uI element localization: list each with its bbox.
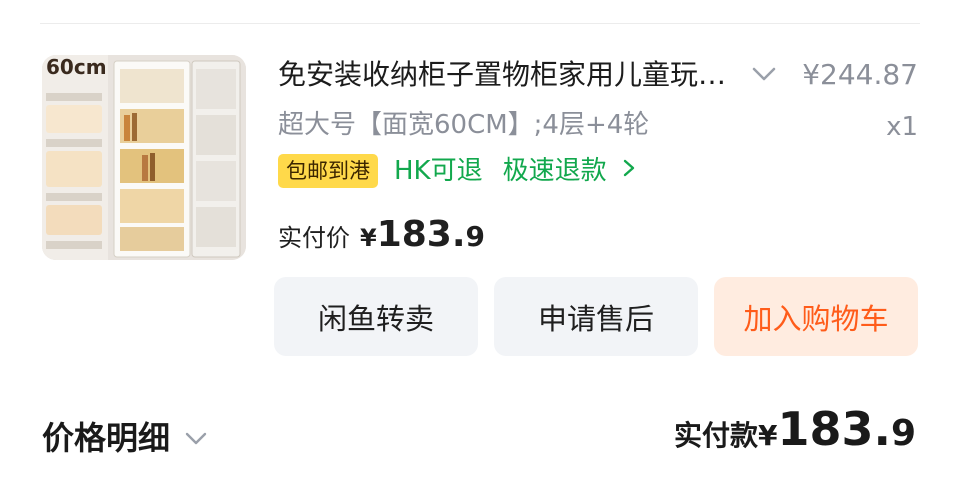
top-divider [40,23,920,24]
paid-price-decimal: 9 [465,220,486,253]
total-paid-currency: ¥ [757,419,778,452]
product-image [42,55,246,260]
aftersale-button[interactable]: 申请售后 [494,277,698,356]
quantity: x1 [886,112,918,142]
price-detail-label: 价格明细 [42,419,171,457]
paid-price-integer: 183. [376,214,466,255]
shipping-tag: 包邮到港 [278,154,378,188]
chevron-down-icon [185,432,207,445]
paid-price-label: 实付价 [278,224,350,252]
total-paid: 实付款 ¥ 183. 9 [674,402,916,456]
price-detail-toggle[interactable]: 价格明细 [42,414,210,462]
service-tags: 包邮到港 HK可退 极速退款 [278,152,637,190]
paid-price: 实付价 ¥ 183. 9 [278,214,485,255]
resell-button[interactable]: 闲鱼转卖 [274,277,478,356]
product-title[interactable]: 免安装收纳柜子置物柜家用儿童玩具零食储物柜 [278,55,740,95]
fast-refund-link[interactable]: 极速退款 [503,152,637,190]
total-paid-integer: 183. [777,402,891,456]
fast-refund-label: 极速退款 [502,156,607,186]
product-thumbnail[interactable]: 60cm [42,55,246,260]
chevron-down-icon[interactable] [748,58,780,90]
thumbnail-size-badge: 60cm [46,55,107,79]
add-to-cart-button[interactable]: 加入购物车 [714,277,918,356]
total-paid-label: 实付款 [673,419,758,452]
paid-price-currency: ¥ [360,224,377,252]
refund-tag: HK可退 [394,156,483,186]
total-paid-decimal: 9 [890,413,916,454]
original-price: ¥244.87 [802,58,918,91]
product-spec: 超大号【面宽60CM】;4层+4轮 [278,110,650,140]
chevron-right-icon [623,159,635,177]
